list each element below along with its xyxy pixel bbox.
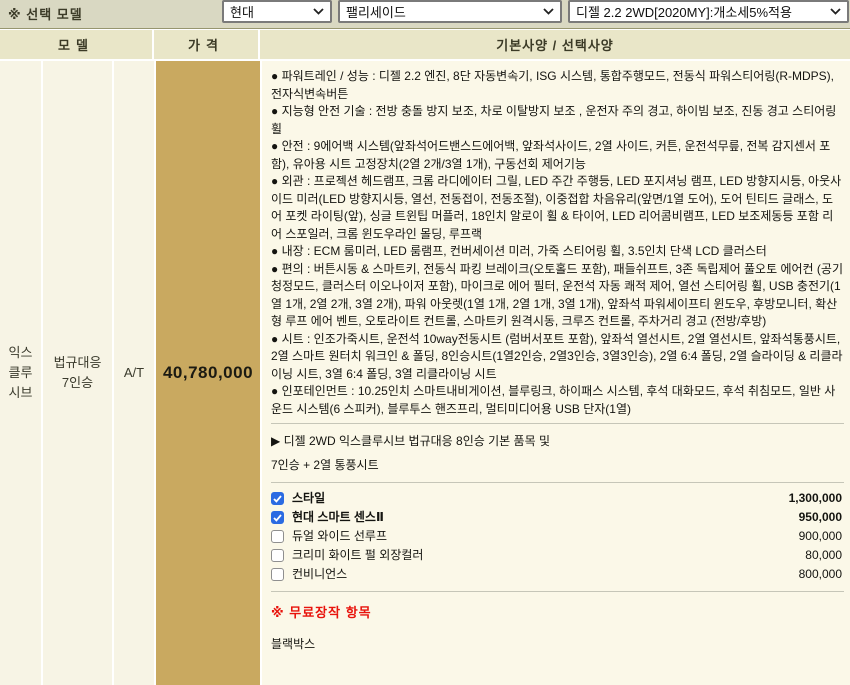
header-model: 모델 — [0, 30, 152, 59]
option-row-convenience[interactable]: 컨비니언스 800,000 — [271, 565, 844, 584]
spec-paragraph: ● 파워트레인 / 성능 : 디젤 2.2 엔진, 8단 자동변속기, ISG … — [271, 69, 835, 101]
price-cell: 40,780,000 — [156, 61, 260, 685]
brand-select[interactable]: 현대 — [222, 0, 332, 23]
chevron-down-icon — [313, 8, 324, 15]
model-select-value: 팰리세이드 — [346, 5, 406, 20]
base-package-note: ▶ 디젤 2WD 익스클루시브 법규대응 8인승 기본 품목 및 7인승 + 2… — [271, 434, 551, 472]
option-price: 900,000 — [798, 528, 842, 543]
checkbox-icon[interactable] — [271, 549, 284, 562]
option-row-smart-sense[interactable]: 현대 스마트 센스Ⅱ 950,000 — [271, 508, 844, 527]
transmission-cell: A/T — [114, 61, 154, 685]
trim-select[interactable]: 디젤 2.2 2WD[2020MY]:개소세5%적용 — [568, 0, 849, 23]
option-label: 크리미 화이트 펄 외장컬러 — [292, 547, 424, 562]
checkbox-checked-icon[interactable] — [271, 492, 284, 505]
option-label: 컨비니언스 — [292, 566, 348, 581]
header-spec: 기본사양 / 선택사양 — [260, 30, 850, 59]
chevron-down-icon — [543, 8, 554, 15]
free-items-title: ※ 무료장작 항목 — [271, 605, 372, 620]
divider — [271, 482, 844, 483]
table-header: 모델 가격 기본사양 / 선택사양 — [0, 30, 850, 59]
model-select-bar: ※ 선택 모델 현대 팰리세이드 디젤 2.2 2WD[2020MY]:개소세5… — [0, 0, 850, 29]
spec-paragraph: ● 편의 : 버튼시동 & 스마트키, 전동식 파킹 브레이크(오토홀드 포함)… — [271, 261, 843, 329]
basic-spec-list: ● 파워트레인 / 성능 : 디젤 2.2 엔진, 8단 자동변속기, ISG … — [271, 68, 844, 418]
chevron-down-icon — [830, 8, 841, 15]
spec-paragraph: ● 지능형 안전 기술 : 전방 충돌 방지 보조, 차로 이탈방지 보조 , … — [271, 104, 837, 136]
option-row-style[interactable]: 스타일 1,300,000 — [271, 489, 844, 508]
free-item: 블랙박스 — [271, 636, 316, 651]
vehicle-config-screen: ※ 선택 모델 현대 팰리세이드 디젤 2.2 2WD[2020MY]:개소세5… — [0, 0, 850, 685]
option-row-sunroof[interactable]: 듀얼 와이드 선루프 900,000 — [271, 527, 844, 546]
variant-cell: 법규대응 7인승 — [43, 61, 112, 685]
table-row: 익스 클루 시브 법규대응 7인승 A/T 40,780,000 ● 파워트레인… — [0, 61, 850, 685]
divider — [271, 591, 844, 592]
checkbox-icon[interactable] — [271, 568, 284, 581]
option-price: 80,000 — [805, 547, 842, 562]
checkbox-checked-icon[interactable] — [271, 511, 284, 524]
option-price: 1,300,000 — [788, 490, 842, 505]
option-label: 현대 스마트 센스Ⅱ — [292, 509, 384, 524]
spec-paragraph: ● 내장 : ECM 룸미러, LED 룸램프, 컨버세이션 미러, 가죽 스티… — [271, 244, 767, 258]
spec-paragraph: ● 시트 : 인조가죽시트, 운전석 10way전동시트 (럼버서포트 포함),… — [271, 331, 843, 381]
select-model-label: ※ 선택 모델 — [8, 7, 83, 22]
option-list: 스타일 1,300,000 현대 스마트 센스Ⅱ 950,000 듀얼 와이드 … — [271, 488, 844, 586]
brand-select-value: 현대 — [230, 5, 254, 20]
spec-paragraph: ● 외관 : 프로젝션 헤드램프, 크롬 라디에이터 그릴, LED 주간 주행… — [271, 174, 842, 241]
model-select[interactable]: 팰리세이드 — [338, 0, 562, 23]
checkbox-icon[interactable] — [271, 530, 284, 543]
spec-cell: ● 파워트레인 / 성능 : 디젤 2.2 엔진, 8단 자동변속기, ISG … — [262, 61, 850, 685]
trim-name-cell: 익스 클루 시브 — [0, 61, 41, 685]
option-price: 950,000 — [798, 509, 842, 524]
header-price: 가격 — [154, 30, 258, 59]
option-price: 800,000 — [798, 566, 842, 581]
spec-paragraph: ● 인포테인먼트 : 10.25인치 스마트내비게이션, 블루링크, 하이패스 … — [271, 384, 836, 416]
option-row-exterior-color[interactable]: 크리미 화이트 펄 외장컬러 80,000 — [271, 546, 844, 565]
trim-select-value: 디젤 2.2 2WD[2020MY]:개소세5%적용 — [576, 5, 792, 20]
option-label: 스타일 — [292, 490, 326, 505]
divider — [271, 423, 844, 424]
spec-paragraph: ● 안전 : 9에어백 시스템(앞좌석어드밴스드에어백, 앞좌석사이드, 2열 … — [271, 139, 831, 171]
option-label: 듀얼 와이드 선루프 — [292, 528, 387, 543]
